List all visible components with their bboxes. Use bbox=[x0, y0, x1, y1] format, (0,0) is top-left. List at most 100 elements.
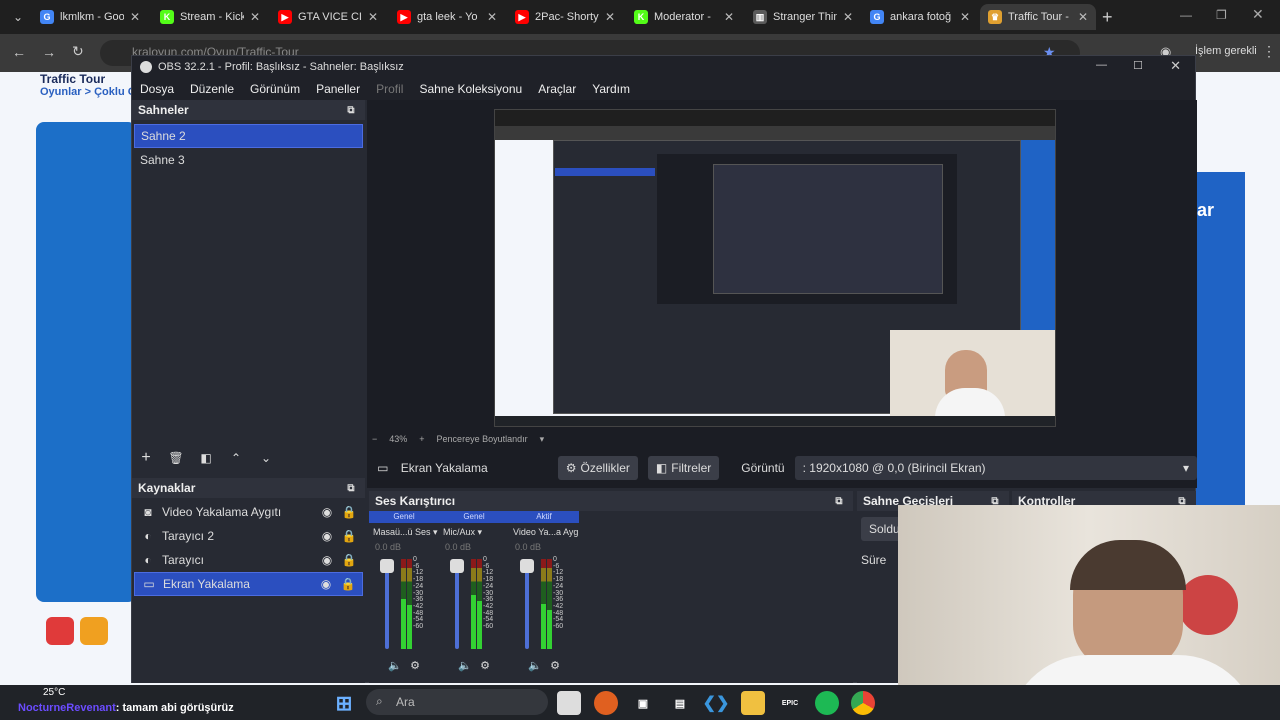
browser-tab[interactable]: Glkmlkm - Goo ✕ bbox=[32, 4, 148, 30]
move-down-icon[interactable]: ⌄ bbox=[258, 450, 274, 466]
obs-menu-item[interactable]: Araçlar bbox=[530, 82, 584, 96]
move-up-icon[interactable]: ⌃ bbox=[228, 450, 244, 466]
browser-tab[interactable]: ▶ 2Pac- Shorty ✕ bbox=[507, 4, 623, 30]
tab-close-icon[interactable]: ✕ bbox=[843, 10, 853, 24]
obs-minimize-icon[interactable]: — bbox=[1096, 59, 1107, 71]
back-icon[interactable]: ← bbox=[12, 44, 26, 60]
obs-close-icon[interactable]: ✕ bbox=[1170, 58, 1181, 74]
tab-title: gta leek - Yo bbox=[417, 11, 478, 23]
tab-close-icon[interactable]: ✕ bbox=[724, 10, 734, 24]
zoom-out-icon[interactable]: − bbox=[372, 434, 377, 444]
browser-tab[interactable]: K Stream - Kick ✕ bbox=[152, 4, 268, 30]
dislike-icon[interactable] bbox=[46, 617, 74, 645]
chrome-icon[interactable] bbox=[851, 691, 875, 715]
game-frame[interactable] bbox=[36, 122, 136, 602]
tab-close-icon[interactable]: ✕ bbox=[250, 10, 260, 24]
tab-close-icon[interactable]: ✕ bbox=[1078, 10, 1088, 24]
speaker-icon[interactable]: 🔈 bbox=[387, 657, 403, 673]
epic-games-icon[interactable]: EPIC bbox=[778, 691, 802, 715]
add-scene-icon[interactable]: + bbox=[138, 449, 154, 466]
lock-icon[interactable]: 🔒 bbox=[341, 552, 357, 568]
spotify-icon[interactable] bbox=[815, 691, 839, 715]
firefox-icon[interactable] bbox=[594, 691, 618, 715]
browser-tab[interactable]: ♛ Traffic Tour - ✕ bbox=[980, 4, 1096, 30]
app-icon[interactable]: ▣ bbox=[631, 691, 655, 715]
browser-tab[interactable]: ▥ Stranger Thin ✕ bbox=[745, 4, 861, 30]
display-select[interactable]: : 1920x1080 @ 0,0 (Birincil Ekran) ▾ bbox=[794, 456, 1197, 480]
reload-icon[interactable]: ↻ bbox=[72, 43, 84, 60]
properties-button[interactable]: ⚙ Özellikler bbox=[557, 456, 638, 480]
channel-name[interactable]: Video Ya...a Aygıtı ▾ bbox=[509, 523, 579, 538]
scene-filters-icon[interactable]: ◧ bbox=[198, 450, 214, 466]
forward-icon[interactable]: → bbox=[42, 44, 56, 60]
tab-list-chevron-icon[interactable]: ⌄ bbox=[10, 9, 26, 25]
chevron-down-icon: ▾ bbox=[1182, 461, 1189, 475]
vscode-icon[interactable]: ❮❯ bbox=[703, 691, 730, 715]
zoom-in-icon[interactable]: + bbox=[419, 434, 424, 444]
obs-menu-item[interactable]: Dosya bbox=[132, 82, 182, 96]
source-item[interactable]: ▭ Ekran Yakalama ◉ 🔒 bbox=[134, 572, 363, 596]
scene-item[interactable]: Sahne 2 bbox=[134, 124, 363, 148]
channel-settings-icon[interactable]: ⚙ bbox=[477, 657, 493, 673]
mixer-channel: Genel Mic/Aux ▾ 0.0 dB 0 -6 -12 -18 -24 -30 -36 -4… bbox=[439, 511, 509, 681]
obs-menu-item[interactable]: Paneller bbox=[308, 82, 368, 96]
obs-maximize-icon[interactable]: ☐ bbox=[1133, 59, 1143, 72]
lock-icon[interactable]: 🔒 bbox=[340, 576, 356, 592]
obs-menu-item[interactable]: Sahne Koleksiyonu bbox=[411, 82, 530, 96]
channel-name[interactable]: Masaü...ü Ses ▾ bbox=[369, 523, 439, 538]
source-item[interactable]: ◐ Tarayıcı ◉ 🔒 bbox=[134, 548, 363, 572]
lock-icon[interactable]: 🔒 bbox=[341, 528, 357, 544]
source-item[interactable]: ◐ Tarayıcı 2 ◉ 🔒 bbox=[134, 524, 363, 548]
browser-tab[interactable]: ▶ GTA VICE CIT ✕ bbox=[270, 4, 386, 30]
tab-close-icon[interactable]: ✕ bbox=[368, 10, 378, 24]
windows-start-icon[interactable]: ⊞ bbox=[332, 691, 356, 715]
error-badge[interactable]: İşlem gerekli bbox=[1195, 45, 1257, 57]
breadcrumb[interactable]: Oyunlar > Çoklu O bbox=[40, 86, 136, 98]
fit-to-window[interactable]: Pencereye Boyutlandır bbox=[437, 434, 528, 444]
obs-menu-item[interactable]: Düzenle bbox=[182, 82, 242, 96]
fader-handle[interactable] bbox=[380, 559, 394, 573]
channel-name[interactable]: Mic/Aux ▾ bbox=[439, 523, 509, 538]
undock-icon[interactable]: ⧉ bbox=[343, 480, 359, 496]
undock-icon[interactable]: ⧉ bbox=[343, 102, 359, 118]
undock-icon[interactable]: ⧉ bbox=[831, 493, 847, 509]
filters-button[interactable]: ◧ Filtreler bbox=[647, 456, 720, 480]
taskbar-search[interactable]: ⌕ Ara bbox=[366, 689, 548, 715]
folder-icon[interactable] bbox=[741, 691, 765, 715]
channel-settings-icon[interactable]: ⚙ bbox=[547, 657, 563, 673]
preview-canvas[interactable] bbox=[494, 109, 1056, 427]
new-tab-icon[interactable]: + bbox=[1102, 7, 1113, 28]
browser-tab[interactable]: K Moderator - ✕ bbox=[626, 4, 742, 30]
visibility-eye-icon[interactable]: ◉ bbox=[319, 504, 335, 520]
browser-tab[interactable]: ▶ gta leek - Yo ✕ bbox=[389, 4, 505, 30]
tab-close-icon[interactable]: ✕ bbox=[487, 10, 497, 24]
remove-scene-icon[interactable]: 🗑 bbox=[168, 450, 184, 466]
source-item[interactable]: ◙ Video Yakalama Aygıtı ◉ 🔒 bbox=[134, 500, 363, 524]
channel-settings-icon[interactable]: ⚙ bbox=[407, 657, 423, 673]
obs-menu-item[interactable]: Görünüm bbox=[242, 82, 308, 96]
visibility-eye-icon[interactable]: ◉ bbox=[318, 576, 334, 592]
obs-menu-item[interactable]: Profil bbox=[368, 82, 411, 96]
file-explorer-icon[interactable] bbox=[557, 691, 581, 715]
visibility-eye-icon[interactable]: ◉ bbox=[319, 552, 335, 568]
fader-handle[interactable] bbox=[520, 559, 534, 573]
scene-item[interactable]: Sahne 3 bbox=[134, 148, 363, 172]
speaker-icon[interactable]: 🔈 bbox=[457, 657, 473, 673]
speaker-icon[interactable]: 🔈 bbox=[527, 657, 543, 673]
menu-kebab-icon[interactable]: ⋮ bbox=[1262, 43, 1276, 60]
weather-temp[interactable]: 25°C bbox=[43, 687, 65, 698]
tab-close-icon[interactable]: ✕ bbox=[130, 10, 140, 24]
visibility-eye-icon[interactable]: ◉ bbox=[319, 528, 335, 544]
hand-icon[interactable] bbox=[80, 617, 108, 645]
browser-tab[interactable]: Gankara fotoğ ✕ bbox=[862, 4, 978, 30]
minimize-icon[interactable]: — bbox=[1180, 8, 1192, 22]
terminal-icon[interactable]: ▤ bbox=[668, 691, 692, 715]
obs-menu-item[interactable]: Yardım bbox=[584, 82, 638, 96]
maximize-icon[interactable]: ❐ bbox=[1216, 8, 1227, 22]
close-icon[interactable]: ✕ bbox=[1252, 6, 1264, 23]
tab-close-icon[interactable]: ✕ bbox=[605, 10, 615, 24]
fader-handle[interactable] bbox=[450, 559, 464, 573]
zoom-dropdown-icon[interactable]: ▾ bbox=[540, 434, 545, 445]
lock-icon[interactable]: 🔒 bbox=[341, 504, 357, 520]
tab-close-icon[interactable]: ✕ bbox=[960, 10, 970, 24]
